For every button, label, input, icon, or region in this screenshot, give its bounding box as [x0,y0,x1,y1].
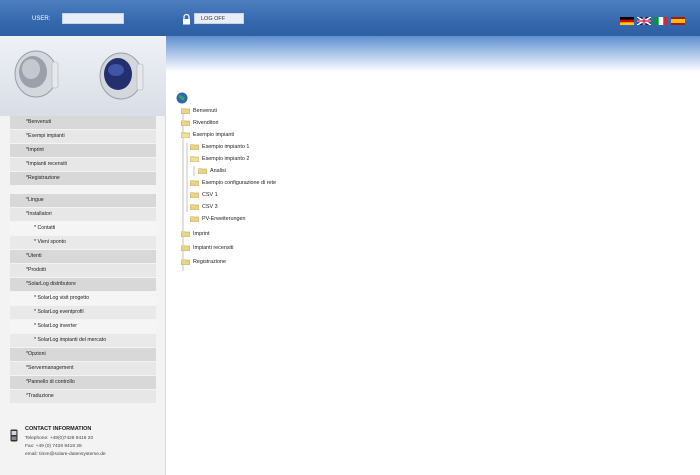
logoff-button[interactable]: LOG OFF [194,13,244,24]
folder-icon [189,191,200,198]
tree-item-csv-1[interactable]: CSV 1 [189,190,218,200]
german-flag-icon[interactable] [620,17,634,25]
tree-item-esempio-impianti[interactable]: Esempio impianti [180,130,235,140]
sidebar-item-lingue[interactable]: *Lingue [10,194,156,207]
tree-item-imprint[interactable]: Imprint [180,229,210,239]
sidebar: *Benvenuti *Esempi impianti *Imprint *Im… [0,36,166,475]
sidebar-item-solarlog-distributore[interactable]: *SolarLog distributore [10,278,156,291]
folder-icon [189,143,200,150]
tree-item-rivenditori[interactable]: Rivenditori [180,118,219,128]
tree-item-registrazione[interactable]: Registrazione [180,257,226,267]
language-flags [620,17,685,25]
sidebar-item-servermanagement[interactable]: *Servermanagement [10,362,156,375]
sidebar-item-utenti[interactable]: *Utenti [10,250,156,263]
sidebar-item-solarlog-impianti-mercato[interactable]: * SolarLog impianti del mercato [10,334,156,347]
folder-icon [180,244,191,251]
tree-item-label: Benvenuti [193,108,217,114]
user-input[interactable] [62,13,124,24]
folder-icon [189,179,200,186]
sidebar-item-installatori[interactable]: *Installatori [10,208,156,221]
sidebar-item-pannello-di-controllo[interactable]: *Pannello di controllo [10,376,156,389]
user-label: USER: [32,16,51,22]
folder-icon [180,230,191,237]
sensor-devices-image [14,50,144,100]
contact-phone: Telephone: +49(0)7428 9418 20 [25,436,94,441]
folder-icon [189,203,200,210]
sidebar-item-traduzione[interactable]: *Traduzione [10,390,156,403]
sidebar-item-registrazione[interactable]: *Registrazione [10,172,156,185]
tree-item-label: Analisi [210,168,226,174]
sidebar-item-benvenuti[interactable]: *Benvenuti [10,116,156,129]
sidebar-item-esempi-impianti[interactable]: *Esempi impianti [10,130,156,143]
sidebar-nav: *Benvenuti *Esempi impianti *Imprint *Im… [0,116,166,404]
tree-item-label: Impianti recensiti [193,245,234,251]
tree-item-pv-erweiterungen[interactable]: PV-Erweiterungen [189,214,246,224]
sidebar-item-solarlog-eventprofil[interactable]: * SolarLog eventprofil [10,306,156,319]
sidebar-item-contatti[interactable]: * Contatti [10,222,156,235]
tree-item-label: Esempio configurazione di rete [202,180,277,186]
tree-item-label: PV-Erweiterungen [202,216,246,222]
tree-item-label: Imprint [193,231,210,237]
folder-open-icon [189,155,200,162]
contact-information: CONTACT INFORMATION Telephone: +49(0)742… [10,426,160,472]
tree-item-benvenuti[interactable]: Benvenuti [180,106,217,116]
tree-item-configurazione-di-rete[interactable]: Esempio configurazione di rete [189,178,277,188]
folder-icon [180,119,191,126]
tree-item-label: CSV 1 [202,192,218,198]
tree-item-impianti-recensiti[interactable]: Impianti recensiti [180,243,234,253]
top-bar: USER: LOG OFF [0,0,700,36]
italian-flag-icon[interactable] [654,17,668,25]
sidebar-item-solarlog-visit-progetto[interactable]: * SolarLog visit progetto [10,292,156,305]
tree-item-esempio-impianto-2[interactable]: Esempio impianto 2 [189,154,250,164]
folder-icon [180,107,191,114]
sidebar-item-opzioni[interactable]: *Opzioni [10,348,156,361]
tree-item-label: Registrazione [193,259,226,265]
folder-icon [180,258,191,265]
sidebar-item-solarlog-inverter[interactable]: * SolarLog inverter [10,320,156,333]
contact-title: CONTACT INFORMATION [25,426,92,432]
sidebar-item-vieni-sponto[interactable]: * Vieni sponto [10,236,156,249]
tree-item-label: Rivenditori [193,120,219,126]
folder-open-icon [180,131,191,138]
folder-icon [189,215,200,222]
contact-email[interactable]: email: timm@solare-datensysteme.de [25,452,106,457]
folder-icon [197,167,208,174]
site-tree: Benvenuti Rivenditori Esempio impianti E… [176,92,476,292]
sidebar-divider [0,186,166,194]
tree-item-label: Esempio impianto 1 [202,144,250,150]
contact-fax: Fax: +49 (0) 7428 9418 28 [25,444,82,449]
content-header-band [166,36,700,72]
tree-item-label: Esempio impianto 2 [202,156,250,162]
sidebar-item-imprint[interactable]: *Imprint [10,144,156,157]
tree-item-label: Esempio impianti [193,132,235,138]
tree-item-esempio-impianto-1[interactable]: Esempio impianto 1 [189,142,250,152]
phone-icon [10,429,18,442]
tree-item-label: CSV 3 [202,204,218,210]
sensor-image [0,36,166,116]
tree-item-csv-3[interactable]: CSV 3 [189,202,218,212]
lock-icon [183,13,190,25]
sidebar-item-impianti-recensiti[interactable]: *Impianti recensiti [10,158,156,171]
sidebar-item-prodotti[interactable]: *Prodotti [10,264,156,277]
spanish-flag-icon[interactable] [671,17,685,25]
uk-flag-icon[interactable] [637,17,651,25]
tree-item-analisi[interactable]: Analisi [197,166,226,176]
